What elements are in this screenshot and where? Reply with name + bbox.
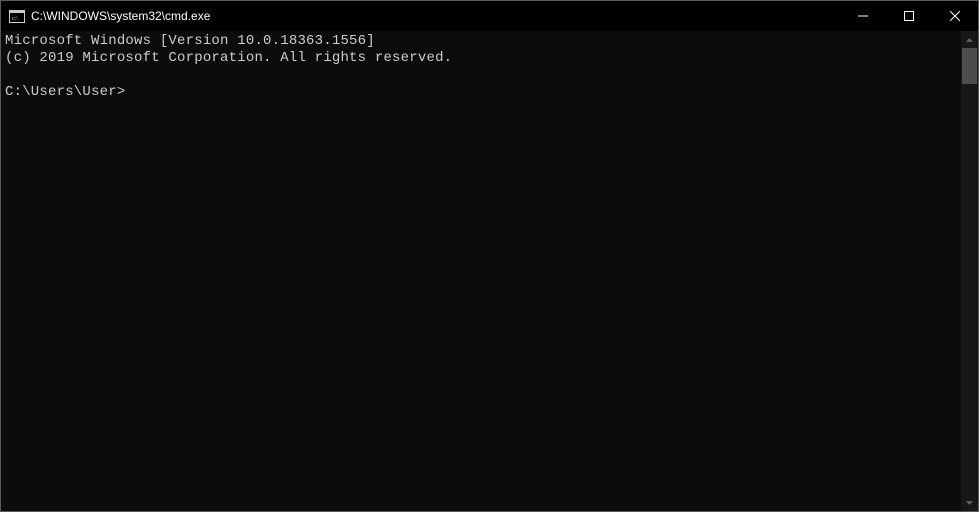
terminal-output[interactable]: Microsoft Windows [Version 10.0.18363.15… — [1, 31, 961, 511]
vertical-scrollbar[interactable] — [961, 31, 978, 511]
window-title: C:\WINDOWS\system32\cmd.exe — [31, 9, 840, 23]
close-button[interactable] — [932, 1, 978, 31]
cmd-icon: c:\ — [9, 9, 25, 23]
title-bar[interactable]: c:\ C:\WINDOWS\system32\cmd.exe — [1, 1, 978, 31]
scroll-track[interactable] — [961, 48, 978, 494]
scroll-down-arrow-icon[interactable] — [961, 494, 978, 511]
minimize-button[interactable] — [840, 1, 886, 31]
terminal-area: Microsoft Windows [Version 10.0.18363.15… — [1, 31, 978, 511]
terminal-prompt: C:\Users\User> — [5, 84, 125, 100]
maximize-button[interactable] — [886, 1, 932, 31]
scroll-up-arrow-icon[interactable] — [961, 31, 978, 48]
terminal-line: (c) 2019 Microsoft Corporation. All righ… — [5, 50, 452, 66]
terminal-line: Microsoft Windows [Version 10.0.18363.15… — [5, 33, 375, 49]
window-controls — [840, 1, 978, 31]
svg-text:c:\: c:\ — [12, 16, 18, 22]
scroll-thumb[interactable] — [962, 48, 977, 84]
